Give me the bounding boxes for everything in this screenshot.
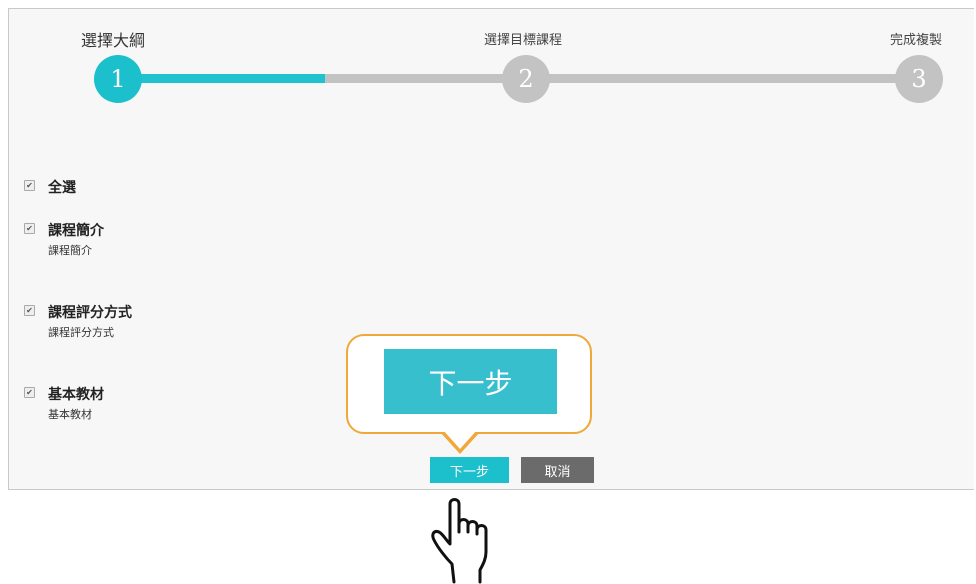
select-all-checkbox[interactable]: ✔ — [24, 180, 35, 191]
progress-track-remaining — [325, 74, 919, 83]
textbook-title: 基本教材 — [48, 387, 104, 403]
cancel-button[interactable]: 取消 — [521, 457, 594, 483]
course-intro-title: 課程簡介 — [48, 223, 104, 239]
grading-method-title: 課程評分方式 — [48, 305, 132, 321]
step-2-label: 選擇目標課程 — [484, 33, 563, 48]
select-all-label: 全選 — [48, 180, 76, 196]
callout-tail-fill — [443, 430, 477, 449]
course-intro-checkbox[interactable]: ✔ — [24, 223, 35, 234]
textbook-desc: 基本教材 — [48, 408, 92, 421]
course-intro-desc: 課程簡介 — [48, 244, 92, 257]
grading-method-checkbox[interactable]: ✔ — [24, 305, 35, 316]
hand-pointer-icon — [431, 498, 488, 584]
step-1-circle: 1 — [94, 55, 142, 103]
step-3-label: 完成複製 — [890, 33, 943, 48]
step-1-label: 選擇大綱 — [81, 31, 146, 50]
next-button[interactable]: 下一步 — [430, 457, 509, 483]
grading-method-desc: 課程評分方式 — [48, 326, 114, 339]
step-2-circle: 2 — [502, 55, 550, 103]
step-3-circle: 3 — [895, 55, 943, 103]
callout-next-label: 下一步 — [384, 349, 557, 414]
textbook-checkbox[interactable]: ✔ — [24, 387, 35, 398]
progress-track-completed — [120, 74, 325, 83]
